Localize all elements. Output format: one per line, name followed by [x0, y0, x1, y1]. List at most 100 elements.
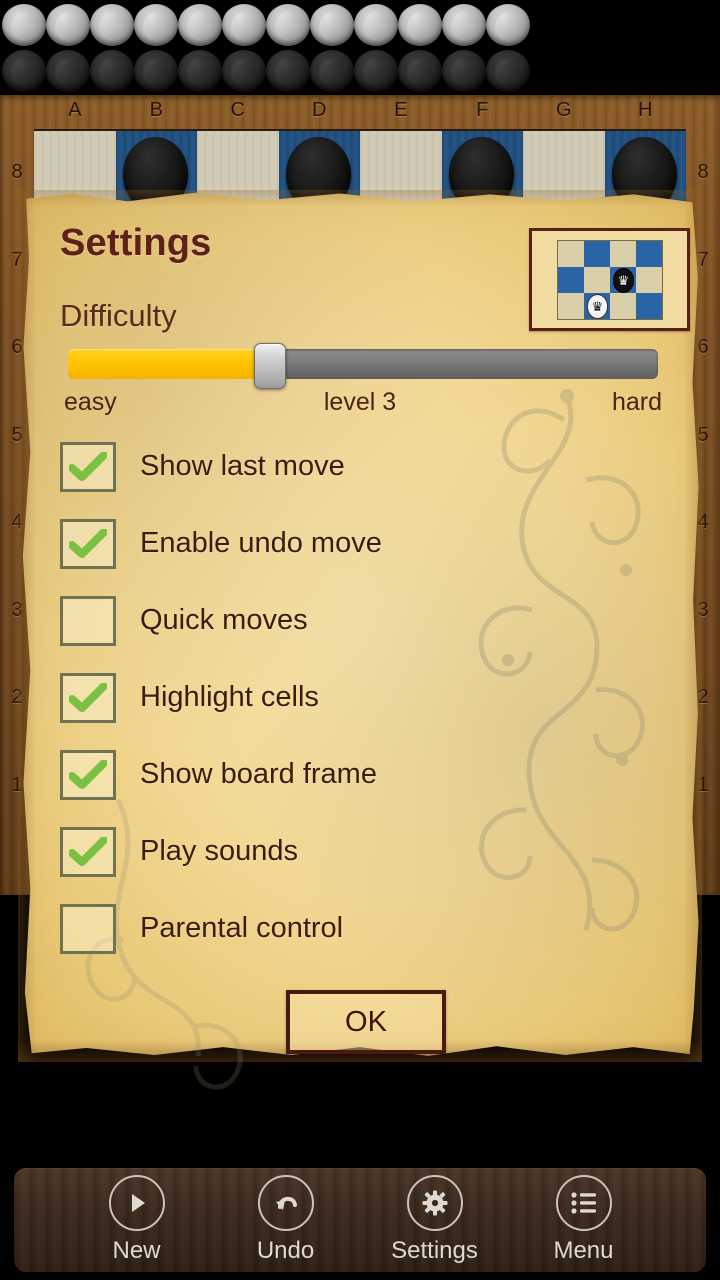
checkbox-play-sounds[interactable] [60, 826, 116, 877]
toolbar-label: Settings [391, 1237, 478, 1264]
preview-cell [635, 266, 662, 293]
board-file-label: H [638, 99, 653, 121]
checkmark-icon [69, 528, 107, 558]
captured-dark-piece [2, 50, 46, 92]
captured-light-piece [134, 4, 178, 46]
option-row[interactable]: Highlight cells [60, 659, 660, 736]
page-title: Settings [60, 222, 212, 264]
slider-value-label: level 3 [323, 388, 397, 416]
captured-dark-piece [310, 50, 354, 92]
option-row[interactable]: Play sounds [60, 813, 660, 890]
captured-light-row [2, 4, 530, 46]
toolbar-item-settings[interactable]: Settings [372, 1175, 497, 1265]
checkbox-highlight-cells[interactable] [60, 672, 116, 723]
board-file-labels: A B C D E F G H [34, 99, 686, 127]
toolbar-label: Menu [553, 1237, 614, 1264]
toolbar-label: Undo [256, 1237, 315, 1264]
captured-light-piece [2, 4, 46, 46]
slider-min-label: easy [64, 388, 117, 416]
options-list: Show last move Enable undo move Quick move… [60, 428, 660, 967]
option-label: Quick moves [140, 604, 308, 636]
checkmark-icon [69, 682, 107, 712]
captured-dark-piece [442, 50, 486, 92]
captured-dark-piece [178, 50, 222, 92]
captured-light-piece [310, 4, 354, 46]
undo-arrow-icon[interactable] [257, 1175, 314, 1231]
settings-dialog: Settings ♛ ♛ Difficulty easy level 3 hard… [18, 190, 702, 1090]
board-file-label: A [68, 99, 82, 121]
option-label: Parental control [140, 912, 344, 944]
checkbox-parental-control[interactable] [60, 903, 116, 954]
captured-light-piece [90, 4, 134, 46]
captured-dark-piece [398, 50, 442, 92]
slider-thumb[interactable] [253, 343, 286, 389]
preview-cell: ♛ [609, 266, 636, 293]
checkmark-icon [69, 451, 107, 481]
preview-king-piece-black: ♛ [612, 268, 635, 293]
board-file-label: E [394, 99, 408, 121]
captured-light-piece [46, 4, 90, 46]
preview-cell [557, 240, 584, 267]
option-label: Show last move [140, 450, 345, 482]
preview-grid: ♛ ♛ [556, 239, 663, 320]
captured-dark-row [2, 50, 530, 92]
preview-cell [635, 240, 662, 267]
preview-cell [635, 292, 662, 319]
board-file-label: C [230, 99, 245, 121]
preview-cell [583, 240, 610, 267]
board-file-label: G [555, 99, 572, 121]
play-icon[interactable] [108, 1175, 165, 1231]
captured-light-piece [178, 4, 222, 46]
captured-dark-piece [90, 50, 134, 92]
captured-dark-piece [46, 50, 90, 92]
option-row[interactable]: Show board frame [60, 736, 660, 813]
captured-dark-piece [354, 50, 398, 92]
captured-light-piece [266, 4, 310, 46]
preview-king-piece-white: ♛ [586, 294, 609, 319]
option-label: Show board frame [140, 758, 377, 790]
captured-light-piece [222, 4, 266, 46]
captured-light-piece [398, 4, 442, 46]
board-theme-preview[interactable]: ♛ ♛ [529, 228, 690, 331]
option-row[interactable]: Enable undo move [60, 505, 660, 582]
toolbar-item-new[interactable]: New [74, 1175, 199, 1265]
ok-button[interactable]: OK [286, 990, 446, 1054]
preview-cell [609, 292, 636, 319]
list-icon[interactable] [555, 1175, 612, 1231]
slider-fill [68, 349, 269, 379]
captured-light-piece [354, 4, 398, 46]
slider-max-label: hard [611, 388, 662, 416]
captured-dark-piece [222, 50, 266, 92]
captured-dark-piece [134, 50, 178, 92]
captured-pieces-tray [0, 0, 720, 95]
checkmark-icon [69, 759, 107, 789]
checkbox-show-last-move[interactable] [60, 441, 116, 492]
option-row[interactable]: Parental control [60, 890, 660, 967]
captured-dark-piece [266, 50, 310, 92]
checkmark-icon [69, 836, 107, 866]
option-label: Highlight cells [140, 681, 319, 713]
preview-cell [609, 240, 636, 267]
difficulty-slider[interactable] [68, 343, 658, 389]
board-file-label: B [149, 99, 163, 121]
checkbox-quick-moves[interactable] [60, 595, 116, 646]
board-file-label: D [312, 99, 327, 121]
bottom-toolbar: New Undo Settings Menu [14, 1168, 706, 1272]
captured-light-piece [486, 4, 530, 46]
toolbar-label: New [112, 1237, 161, 1264]
option-label: Enable undo move [140, 527, 382, 559]
option-row[interactable]: Quick moves [60, 582, 660, 659]
captured-dark-piece [486, 50, 530, 92]
difficulty-label: Difficulty [60, 298, 177, 333]
option-row[interactable]: Show last move [60, 428, 660, 505]
preview-cell [557, 266, 584, 293]
preview-cell [583, 266, 610, 293]
preview-cell: ♛ [583, 292, 610, 319]
checkbox-show-board-frame[interactable] [60, 749, 116, 800]
toolbar-item-menu[interactable]: Menu [521, 1175, 646, 1265]
gear-icon[interactable] [406, 1175, 463, 1231]
board-file-label: F [476, 99, 489, 121]
preview-cell [557, 292, 584, 319]
toolbar-item-undo[interactable]: Undo [223, 1175, 348, 1265]
checkbox-enable-undo-move[interactable] [60, 518, 116, 569]
